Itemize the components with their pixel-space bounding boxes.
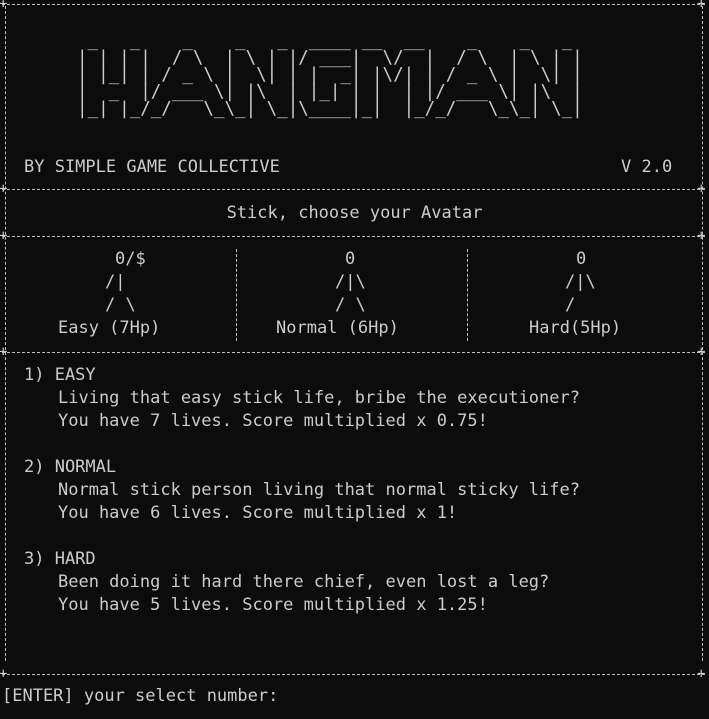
corner-top-left: + [0, 0, 8, 12]
enter-prompt: [ENTER] your select number: [2, 686, 279, 706]
avatar-hard-legs: / [565, 295, 576, 315]
avatar-hard-label: Hard(5Hp) [529, 318, 622, 338]
option-easy-description: Living that easy stick life, bribe the e… [58, 388, 580, 408]
border-left [5, 6, 6, 661]
avatar-normal-head: 0 [345, 249, 356, 269]
avatar-easy-head: 0/$ [115, 249, 146, 269]
avatar-easy-body: /| [105, 272, 126, 292]
credit-text: BY SIMPLE GAME COLLECTIVE [24, 157, 280, 177]
option-normal-description: Normal stick person living that normal s… [58, 480, 580, 500]
border-bottom [2, 674, 705, 675]
option-normal-heading: 2) NORMAL [24, 457, 117, 477]
terminal-window: + + _ _ _ _ _ ____ __ __ _ _ _ | | | | /… [0, 0, 709, 719]
avatar-easy-label: Easy (7Hp) [58, 318, 161, 338]
separator-plus-left: + [0, 228, 8, 244]
separator-header [2, 189, 705, 190]
separator-plus-left: + [0, 344, 8, 360]
option-easy-details: You have 7 lives. Score multiplied x 0.7… [58, 411, 488, 431]
border-right [702, 6, 703, 661]
avatar-hard-head: 0 [576, 249, 587, 269]
separator-plus-right: + [697, 344, 706, 360]
avatar-normal-label: Normal (6Hp) [276, 318, 399, 338]
option-hard-details: You have 5 lives. Score multiplied x 1.2… [58, 595, 488, 615]
avatar-easy-legs: / \ [105, 295, 136, 315]
separator-avatars [2, 352, 705, 353]
option-easy-heading: 1) EASY [24, 365, 96, 385]
separator-plus-right: + [697, 228, 706, 244]
option-hard-description: Been doing it hard there chief, even los… [58, 572, 550, 592]
avatar-divider-2 [467, 249, 468, 341]
separator-plus-left: + [0, 181, 8, 197]
corner-bottom-right: + [697, 666, 706, 682]
avatar-normal-legs: / \ [335, 295, 366, 315]
separator-plus-right: + [697, 181, 706, 197]
option-hard-heading: 3) HARD [24, 549, 96, 569]
border-top [2, 4, 705, 5]
corner-bottom-left: + [0, 666, 8, 682]
avatar-divider-1 [236, 249, 237, 341]
avatar-normal-body: /|\ [335, 272, 366, 292]
avatar-hard-body: /|\ [565, 272, 596, 292]
option-normal-details: You have 6 lives. Score multiplied x 1! [58, 503, 458, 523]
version-text: V 2.0 [621, 157, 673, 177]
selection-input[interactable] [322, 686, 622, 708]
logo-line: |_| |_/_/ \_\_| \_|\____|_| |_/_/ \_\_| … [77, 99, 583, 119]
subtitle-text: Stick, choose your Avatar [226, 203, 483, 223]
separator-subtitle [2, 236, 705, 237]
